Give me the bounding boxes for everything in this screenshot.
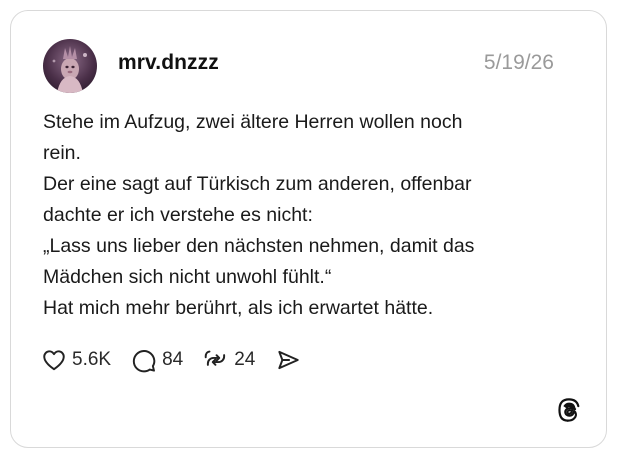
post-text-line: „Lass uns lieber den nächsten nehmen, da… [43,235,475,257]
avatar-image [52,46,87,93]
send-icon [278,350,300,370]
action-bar: 5.6K 84 24 [41,345,321,375]
post-text-line: Mädchen sich nicht unwohl fühlt.“ [43,266,332,288]
post-text-line: rein. [43,142,81,164]
post-text-line: Stehe im Aufzug, zwei ältere Herren woll… [43,111,463,133]
reply-count: 84 [162,349,184,370]
post-card: mrv.dnzzz 5/19/26 Stehe im Aufzug, zwei … [10,10,607,448]
avatar[interactable] [43,39,97,93]
post-date: 5/19/26 [483,51,554,74]
repost-count: 24 [234,349,256,370]
post-text: Stehe im Aufzug, zwei ältere Herren woll… [43,107,563,324]
speech-bubble-icon [132,350,156,373]
repost-arrows-icon [204,350,226,366]
like-count: 5.6K [72,349,112,370]
post-text-line: dachte er ich verstehe es nicht: [43,204,313,226]
share-button[interactable] [275,347,301,373]
threads-logo-icon [556,397,582,423]
reply-button[interactable]: 84 [131,347,183,373]
like-button[interactable]: 5.6K [41,347,111,373]
username[interactable]: mrv.dnzzz [118,51,219,75]
repost-button[interactable]: 24 [203,347,255,373]
post-text-line: Der eine sagt auf Türkisch zum anderen, … [43,173,472,195]
heart-icon [43,350,65,371]
post-text-line: Hat mich mehr berührt, als ich erwartet … [43,297,434,319]
